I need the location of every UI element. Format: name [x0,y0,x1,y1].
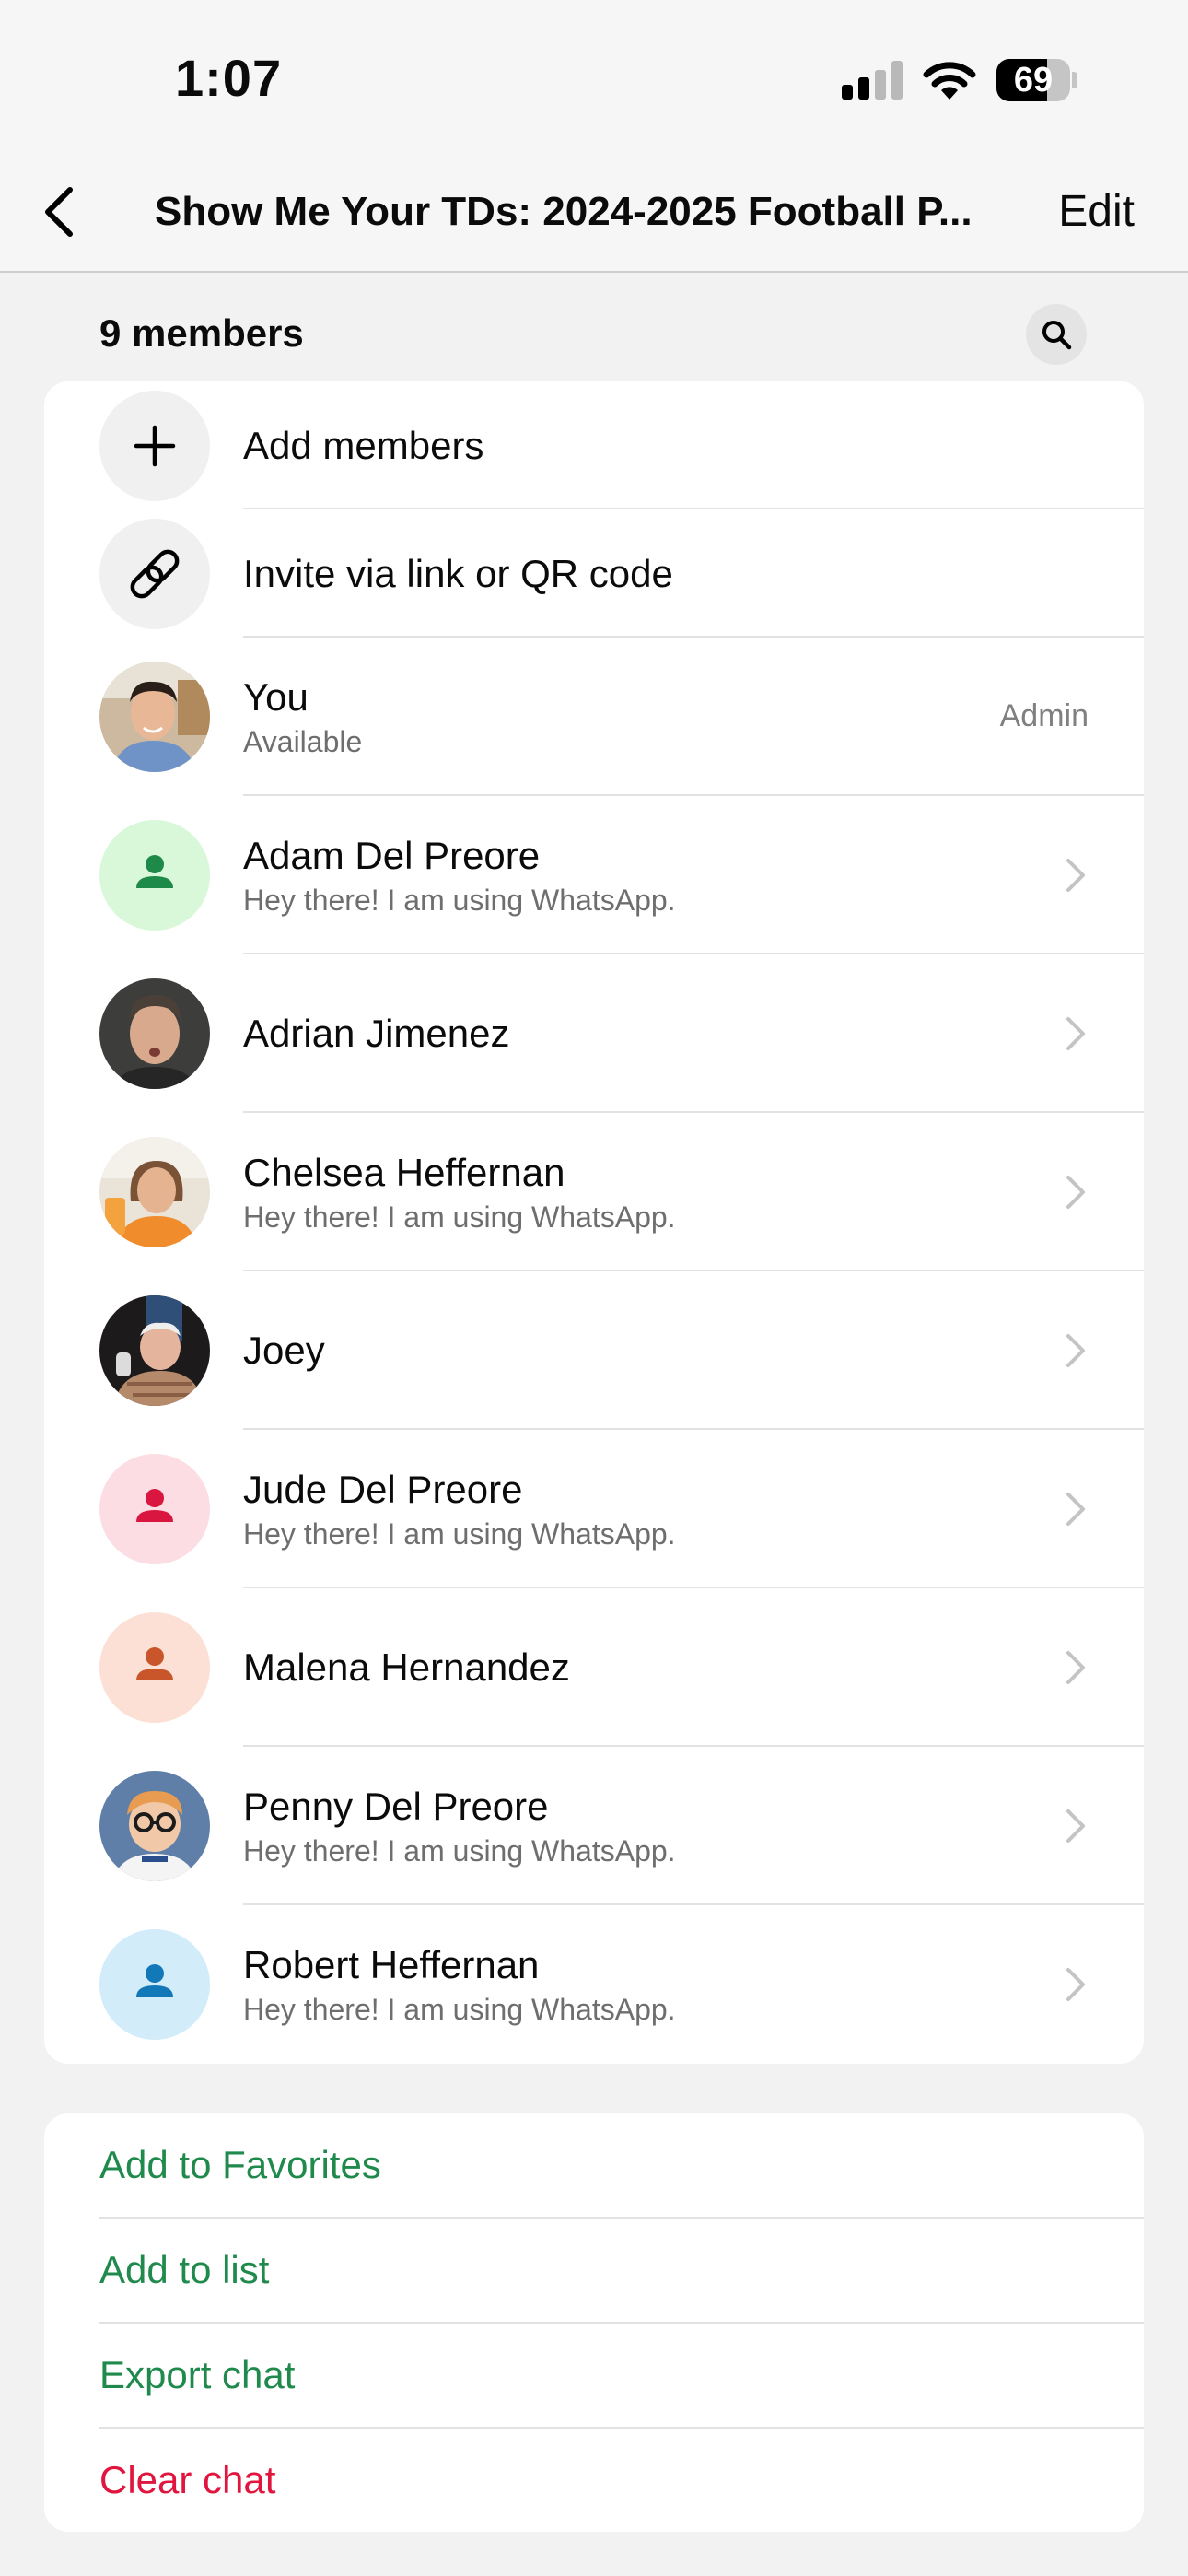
search-members-button[interactable] [1026,304,1087,365]
export-chat-label: Export chat [99,2353,296,2396]
battery-level: 69 [1013,61,1054,100]
plus-icon [99,391,210,501]
member-status: Hey there! I am using WhatsApp. [243,1200,676,1234]
avatar [99,978,210,1089]
member-status: Hey there! I am using WhatsApp. [243,1517,676,1551]
chat-options: Add to Favorites Add to list Export chat… [44,2113,1144,2532]
status-bar: 1:07 69 [0,0,1188,157]
member-row-adrian-jimenez[interactable]: Adrian Jimenez [44,954,1144,1113]
status-time: 1:07 [175,49,283,107]
members-count: 9 members [99,311,304,355]
wifi-icon [923,62,976,100]
chevron-left-icon [45,187,73,237]
default-avatar-icon [99,1929,210,2040]
default-avatar-icon [99,820,210,931]
member-row-robert-heffernan[interactable]: Robert Heffernan Hey there! I am using W… [44,1905,1144,2064]
member-row-you[interactable]: You Available Admin [44,638,1144,796]
chevron-right-icon [1066,1809,1085,1843]
member-name: Adrian Jimenez [243,1012,510,1055]
group-title: Show Me Your TDs: 2024-2025 Football P..… [155,189,973,234]
member-row-adam-del-preore[interactable]: Adam Del Preore Hey there! I am using Wh… [44,796,1144,954]
chevron-right-icon [1066,1651,1085,1684]
members-list: Add members Invite via link or QR code Y… [44,381,1144,2064]
add-to-list-label: Add to list [99,2248,270,2291]
chevron-right-icon [1066,1017,1085,1050]
member-name: Adam Del Preore [243,834,541,877]
member-row-jude-del-preore[interactable]: Jude Del Preore Hey there! I am using Wh… [44,1430,1144,1588]
avatar [99,1771,210,1881]
nav-bar: Show Me Your TDs: 2024-2025 Football P..… [0,157,1188,273]
avatar [99,1295,210,1406]
add-to-list-button[interactable]: Add to list [44,2219,1144,2324]
member-name: Penny Del Preore [243,1785,549,1828]
member-row-joey[interactable]: Joey [44,1271,1144,1430]
avatar [99,662,210,772]
member-status: Hey there! I am using WhatsApp. [243,884,676,917]
member-name: Joey [243,1329,325,1372]
back-button[interactable] [28,175,101,249]
invite-link-button[interactable]: Invite via link or QR code [44,509,1144,638]
cellular-signal-icon [842,61,903,100]
clear-chat-button[interactable]: Clear chat [44,2429,1144,2532]
avatar [99,1137,210,1247]
chevron-right-icon [1066,1334,1085,1367]
clear-chat-label: Clear chat [99,2458,276,2501]
member-name: Robert Heffernan [243,1943,540,1986]
add-members-label: Add members [243,424,484,467]
member-name: Chelsea Heffernan [243,1151,565,1194]
link-icon [99,519,210,629]
default-avatar-icon [99,1612,210,1723]
member-status: Available [243,725,363,758]
chevron-right-icon [1066,1493,1085,1526]
admin-badge: Admin [999,698,1089,733]
search-icon [1042,321,1072,350]
chevron-right-icon [1066,1176,1085,1209]
add-to-favorites-button[interactable]: Add to Favorites [44,2113,1144,2219]
add-members-button[interactable]: Add members [44,381,1144,509]
member-row-penny-del-preore[interactable]: Penny Del Preore Hey there! I am using W… [44,1747,1144,1905]
default-avatar-icon [99,1454,210,1564]
member-name: Jude Del Preore [243,1468,523,1511]
chevron-right-icon [1066,859,1085,892]
member-row-malena-hernandez[interactable]: Malena Hernandez [44,1588,1144,1747]
battery-icon: 69 [996,59,1077,101]
member-row-chelsea-heffernan[interactable]: Chelsea Heffernan Hey there! I am using … [44,1113,1144,1271]
member-name: You [243,675,309,719]
member-status: Hey there! I am using WhatsApp. [243,1834,676,1868]
export-chat-button[interactable]: Export chat [44,2324,1144,2429]
edit-button[interactable]: Edit [1058,182,1135,241]
chevron-right-icon [1066,1968,1085,2001]
member-status: Hey there! I am using WhatsApp. [243,1993,676,2026]
invite-link-label: Invite via link or QR code [243,552,673,595]
member-name: Malena Hernandez [243,1645,570,1689]
add-to-favorites-label: Add to Favorites [99,2143,381,2186]
